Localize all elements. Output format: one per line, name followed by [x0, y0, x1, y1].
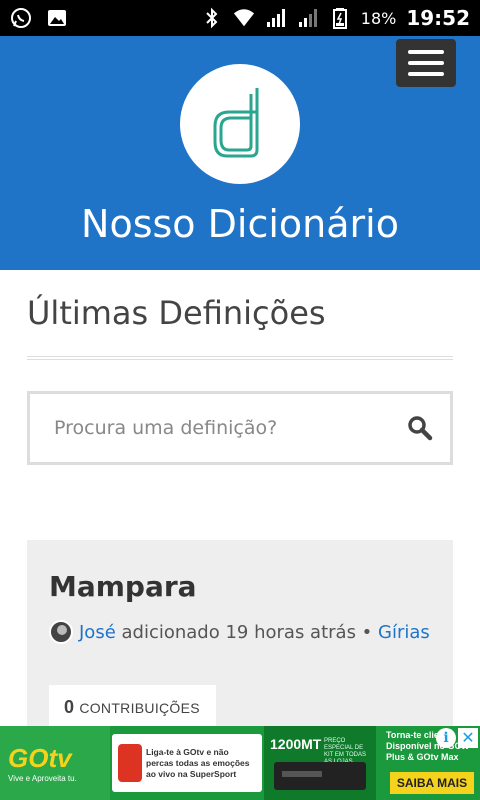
menu-bar: [408, 61, 444, 65]
ad-cta-button[interactable]: SAIBA MAIS: [390, 772, 474, 794]
signal-icon: [265, 7, 287, 29]
search-icon[interactable]: [390, 394, 450, 462]
page-title: Últimas Definições: [27, 294, 326, 332]
definition-title[interactable]: Mampara: [49, 570, 197, 603]
contributions-count: 0: [64, 697, 75, 717]
added-time-text: adicionado 19 horas atrás •: [115, 622, 379, 643]
menu-bar: [408, 72, 444, 76]
supersport-logo-icon: [118, 744, 142, 782]
battery-icon: [329, 7, 351, 29]
contributions-label: CONTRIBUIÇÕES: [79, 699, 200, 716]
bluetooth-icon: [201, 7, 223, 29]
definition-card: Mampara José adicionado 19 horas atrás •…: [27, 540, 453, 740]
ad-brand-logo: GOtv: [8, 743, 72, 773]
site-logo[interactable]: [180, 64, 300, 184]
decoder-device-icon: [274, 762, 366, 790]
wifi-icon: [233, 7, 255, 29]
ad-price-block: 1200MT PREÇO ESPECIAL DE KIT EM TODAS AS…: [264, 726, 376, 800]
image-icon: [46, 7, 68, 29]
ad-price: 1200MT: [270, 736, 322, 752]
contributions-badge[interactable]: 0 CONTRIBUIÇÕES: [49, 685, 216, 730]
author-link[interactable]: José: [79, 622, 116, 643]
ad-brand-block: GOtv Vive e Aproveita tu.: [0, 726, 110, 800]
search-box: [27, 391, 453, 465]
signal-2-icon: [297, 7, 319, 29]
ad-banner[interactable]: GOtv Vive e Aproveita tu. Liga-te à GOtv…: [0, 726, 480, 800]
category-link[interactable]: Gírias: [378, 622, 430, 643]
battery-percent: 18%: [360, 8, 397, 28]
search-input[interactable]: [30, 394, 390, 462]
ad-promo-text: Liga-te à GOtv e não percas todas as emo…: [146, 746, 250, 779]
definition-meta: José adicionado 19 horas atrás • Gírias: [49, 618, 439, 647]
menu-bar: [408, 50, 444, 54]
clock: 19:52: [406, 6, 470, 30]
status-bar: 18% 19:52: [0, 0, 480, 36]
avatar[interactable]: [49, 620, 73, 644]
ad-info-icon[interactable]: i: [436, 728, 456, 748]
hamburger-menu-button[interactable]: [396, 39, 456, 87]
site-header: Nosso Dicionário: [0, 36, 480, 270]
logo-d-icon: [213, 88, 259, 158]
site-title[interactable]: Nosso Dicionário: [0, 202, 480, 246]
whatsapp-icon: [10, 7, 32, 29]
ad-promo: Liga-te à GOtv e não percas todas as emo…: [112, 734, 262, 792]
ad-close-icon[interactable]: ✕: [458, 728, 478, 748]
divider: [27, 356, 453, 360]
ad-brand-sub: Vive e Aproveita tu.: [8, 774, 77, 783]
